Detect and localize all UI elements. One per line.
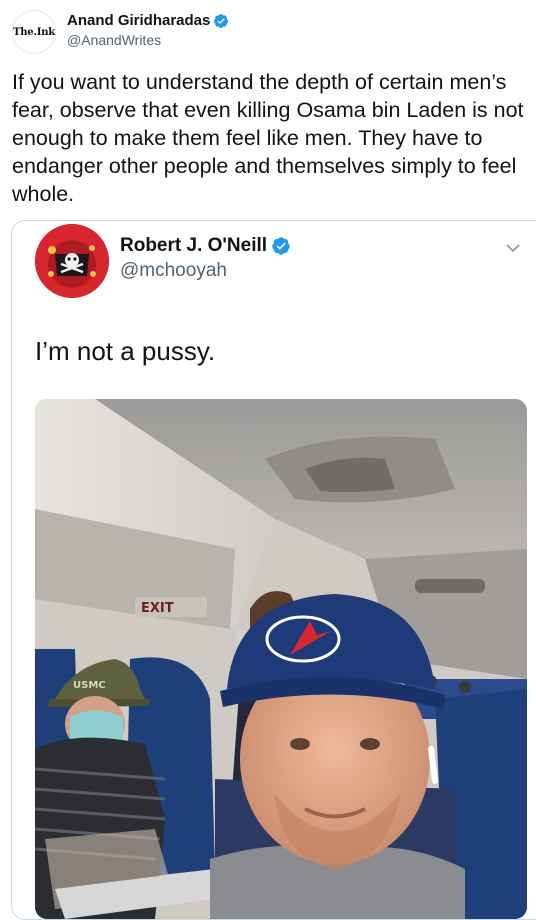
airplane-cabin-selfie: EXIT USMC xyxy=(35,399,527,919)
author-names: Anand Giridharadas @AnandWrites xyxy=(67,11,229,49)
quoted-display-name-text: Robert J. O'Neill xyxy=(120,235,268,256)
quoted-author-names: Robert J. O'Neill @mchooyah xyxy=(120,234,291,284)
quoted-author-display-name[interactable]: Robert J. O'Neill xyxy=(120,234,291,258)
avatar-artwork xyxy=(35,224,109,298)
author-display-name-text: Anand Giridharadas xyxy=(67,12,211,29)
quoted-tweet-text: I’m not a pussy. xyxy=(35,336,216,366)
tweet-header: The.Ink Anand Giridharadas @AnandWrites xyxy=(12,10,512,54)
quoted-tweet-card[interactable]: Robert J. O'Neill @mchooyah I’m not a pu… xyxy=(11,220,536,920)
tweet: The.Ink Anand Giridharadas @AnandWrites … xyxy=(0,0,536,920)
quoted-author-handle[interactable]: @mchooyah xyxy=(120,258,291,284)
verified-badge-icon xyxy=(272,237,290,255)
avatar-logo-text: The.Ink xyxy=(12,26,56,38)
tweet-body-text: If you want to understand the depth of c… xyxy=(12,70,530,206)
exit-sign: EXIT xyxy=(141,601,174,616)
chevron-down-icon[interactable] xyxy=(506,243,520,253)
verified-badge-icon xyxy=(214,14,229,28)
tweet-photo[interactable]: EXIT USMC xyxy=(35,399,527,919)
author-display-name[interactable]: Anand Giridharadas xyxy=(67,11,229,31)
quoted-author-avatar[interactable] xyxy=(35,224,109,298)
cap-usmc-text: USMC xyxy=(73,680,106,691)
author-handle[interactable]: @AnandWrites xyxy=(67,31,229,49)
author-avatar[interactable]: The.Ink xyxy=(12,10,56,54)
